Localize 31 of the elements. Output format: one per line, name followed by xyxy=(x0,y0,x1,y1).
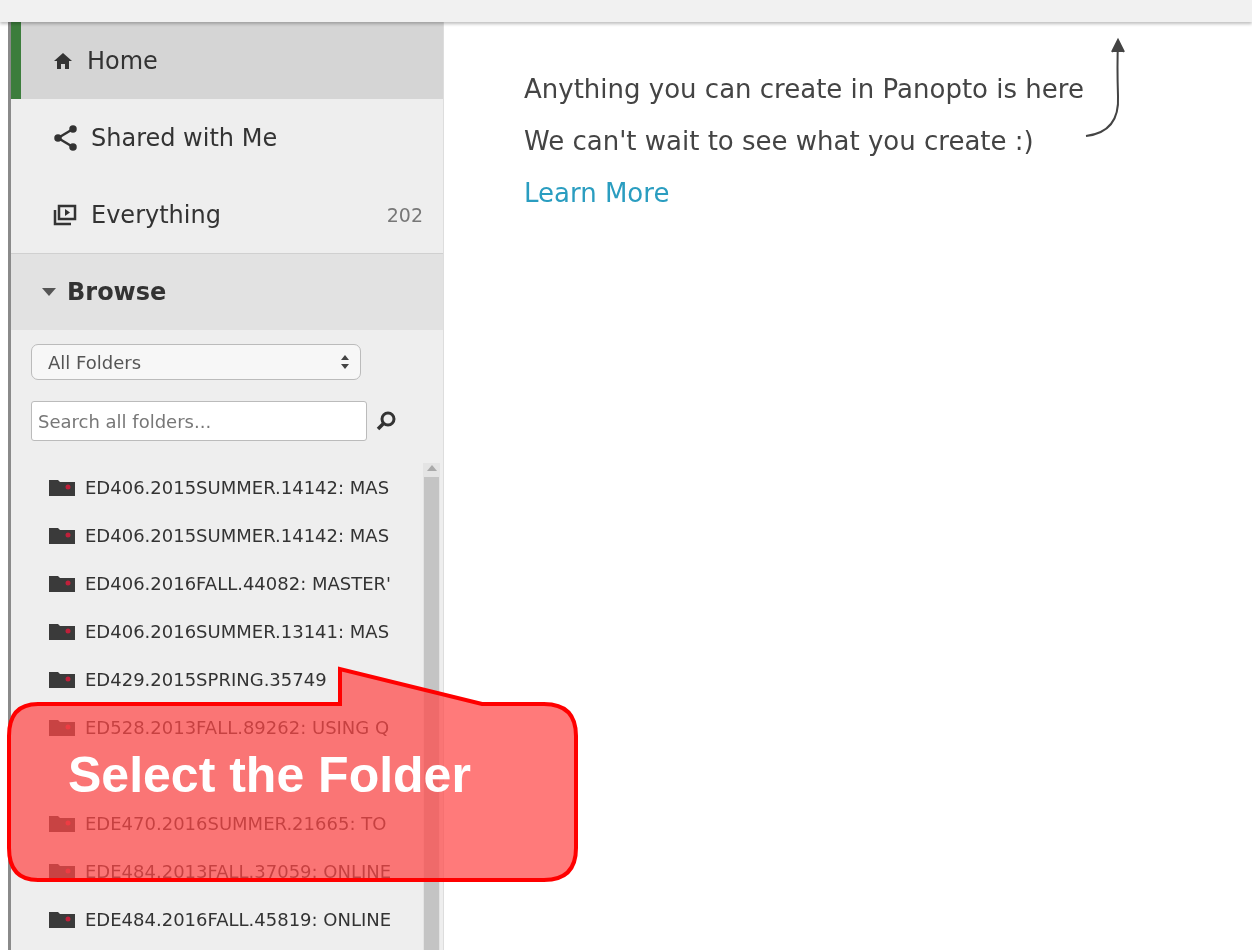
folder-item[interactable]: EDE484.2016FALL.45819: ONLINE xyxy=(49,895,423,943)
nav-label: Everything xyxy=(91,200,222,229)
folder-icon xyxy=(49,670,75,688)
intro-text: Anything you can create in Panopto is here xyxy=(524,74,1084,104)
media-stack-icon xyxy=(53,203,77,226)
folder-icon xyxy=(49,574,75,592)
intro-text: We can't wait to see what you create :) xyxy=(524,126,1034,156)
item-count: 202 xyxy=(386,203,423,226)
folder-search-field[interactable]: Search all folders... xyxy=(31,401,367,441)
folder-filter-select[interactable]: All Folders xyxy=(31,344,361,380)
curved-arrow-icon xyxy=(1084,36,1128,140)
nav-label: Shared with Me xyxy=(91,123,279,152)
folder-item[interactable]: ED406.2015SUMMER.14142: MAS xyxy=(49,511,423,559)
folder-icon xyxy=(49,622,75,640)
nav-label: Home xyxy=(87,46,159,75)
folder-icon xyxy=(49,478,75,496)
share-icon xyxy=(53,124,77,151)
home-icon xyxy=(53,51,73,70)
browse-header[interactable]: Browse xyxy=(11,253,443,330)
search-icon[interactable] xyxy=(375,410,397,432)
updown-caret-icon xyxy=(340,354,350,370)
callout-text: Select the Folder xyxy=(68,746,471,804)
folder-item[interactable]: ED406.2016SUMMER.13141: MAS xyxy=(49,607,423,655)
folder-item[interactable]: ED406.2016FALL.44082: MASTER' xyxy=(49,559,423,607)
scroll-up-icon xyxy=(426,465,437,471)
folder-item[interactable]: ED406.2015SUMMER.14142: MAS xyxy=(49,463,423,511)
nav-item[interactable]: Home xyxy=(11,22,443,99)
folder-item[interactable]: ED429.2015SPRING.35749 xyxy=(49,655,423,703)
folder-icon xyxy=(49,910,75,928)
folder-icon xyxy=(49,526,75,544)
browse-title: Browse xyxy=(67,278,167,306)
